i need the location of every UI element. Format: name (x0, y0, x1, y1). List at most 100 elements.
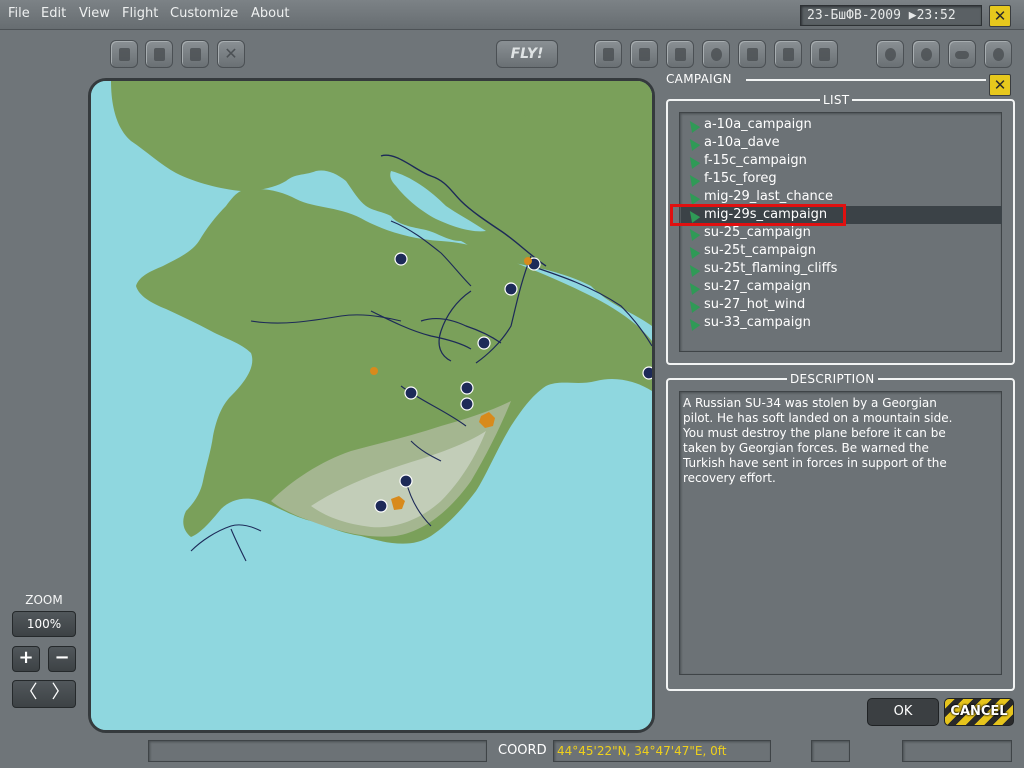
close-icon: ✕ (993, 7, 1007, 25)
plus-icon: + (18, 647, 34, 668)
menu-edit[interactable]: Edit (41, 6, 66, 21)
list-item-label: mig-29s_campaign (704, 207, 828, 222)
close-icon: ✕ (224, 44, 238, 63)
campaign-title: CAMPAIGN (666, 72, 732, 86)
map-options-button[interactable] (594, 40, 622, 68)
pan-left-button[interactable]: 〈 (13, 681, 44, 707)
close-app-button[interactable]: ✕ (989, 5, 1011, 27)
campaign-title-rule (746, 79, 986, 81)
list-item-label: mig-29_last_chance (704, 189, 833, 204)
cancel-button[interactable]: CANCEL (944, 698, 1014, 726)
description-line: A Russian SU-34 was stolen by a Georgian (683, 396, 937, 410)
list-item[interactable]: su-25t_campaign (681, 242, 1002, 260)
fly-button[interactable]: FLY! (496, 40, 558, 68)
plane-icon (685, 262, 701, 277)
description-line: Turkish have sent in forces in support o… (683, 456, 947, 470)
list-item[interactable]: a-10a_dave (681, 134, 1002, 152)
plane-icon (685, 244, 701, 259)
save-button[interactable] (181, 40, 209, 68)
open-button[interactable] (145, 40, 173, 68)
sound-button[interactable] (810, 40, 838, 68)
status-field-left (148, 740, 487, 762)
campaign-list[interactable]: a-10a_campaign a-10a_dave f-15c_campaign… (679, 112, 1002, 352)
plane-icon (685, 280, 701, 295)
list-item-label: f-15c_campaign (704, 153, 807, 168)
close-mission-button[interactable]: ✕ (217, 40, 245, 68)
close-icon: ✕ (993, 76, 1007, 94)
list-item[interactable]: mig-29_last_chance (681, 188, 1002, 206)
list-item[interactable]: su-25t_flaming_cliffs (681, 260, 1002, 278)
menu-bar: File Edit View Flight Customize About 23… (0, 0, 1024, 30)
menu-customize[interactable]: Customize (170, 6, 238, 21)
pan-controls: 〈 〉 (12, 680, 76, 708)
ok-button[interactable]: OK (867, 698, 939, 726)
save-icon (190, 48, 201, 61)
cloud-icon (955, 51, 969, 59)
list-item-label: su-33_campaign (704, 315, 811, 330)
chevron-right-icon: 〉 (51, 682, 70, 703)
clock-icon (993, 48, 1004, 61)
coord-label: COORD (498, 743, 547, 758)
status-field-small (811, 740, 850, 762)
zoom-label: ZOOM (25, 593, 63, 607)
menu-view[interactable]: View (79, 6, 110, 21)
plane-icon (685, 316, 701, 331)
options-button[interactable] (876, 40, 904, 68)
list-item-label: su-27_hot_wind (704, 297, 806, 312)
list-item-label: f-15c_foreg (704, 171, 777, 186)
logbook-button[interactable] (774, 40, 802, 68)
plane-icon (685, 208, 701, 223)
list-item-label: su-25t_flaming_cliffs (704, 261, 838, 276)
list-item[interactable]: su-27_hot_wind (681, 296, 1002, 314)
close-campaign-button[interactable]: ✕ (989, 74, 1011, 96)
briefing-icon (639, 48, 650, 61)
notes-button[interactable] (666, 40, 694, 68)
open-icon (154, 48, 165, 61)
list-item[interactable]: a-10a_campaign (681, 116, 1002, 134)
crimea-map (91, 81, 652, 730)
list-item[interactable]: su-27_campaign (681, 278, 1002, 296)
zoom-value[interactable]: 100% (12, 611, 76, 637)
menu-about[interactable]: About (251, 6, 289, 21)
clock-button[interactable] (984, 40, 1012, 68)
list-item[interactable]: f-15c_foreg (681, 170, 1002, 188)
list-item-label: a-10a_dave (704, 135, 780, 150)
list-item[interactable]: su-25_campaign (681, 224, 1002, 242)
description-line: taken by Georgian forces. Be warned the (683, 441, 929, 455)
clock-display: 23-БшФВ-2009 ▶23:52 (800, 5, 982, 26)
weather-icon (711, 48, 722, 61)
plane-icon (685, 190, 701, 205)
sound-icon (819, 48, 830, 61)
list-item[interactable]: f-15c_campaign (681, 152, 1002, 170)
pan-right-button[interactable]: 〉 (45, 681, 76, 707)
new-mission-button[interactable] (110, 40, 138, 68)
description-line: You must destroy the plane before it can… (683, 426, 946, 440)
map-view[interactable] (88, 78, 655, 733)
coord-value: 44°45'22"N, 34°47'47"E, 0ft (553, 740, 771, 762)
plane-icon (685, 298, 701, 313)
cloud-button[interactable] (948, 40, 976, 68)
description-line: recovery effort. (683, 471, 776, 485)
plane-icon (685, 136, 701, 151)
description-line: pilot. He has soft landed on a mountain … (683, 411, 953, 425)
zoom-out-button[interactable]: − (48, 646, 76, 672)
list-title: LIST (820, 93, 853, 107)
list-item-selected[interactable]: mig-29s_campaign (681, 206, 1002, 224)
description-title: DESCRIPTION (787, 372, 878, 386)
weather-button[interactable] (702, 40, 730, 68)
filter-button[interactable] (912, 40, 940, 68)
list-item[interactable]: su-33_campaign (681, 314, 1002, 332)
menu-flight[interactable]: Flight (122, 6, 158, 21)
new-mission-icon (119, 48, 130, 61)
encyclopedia-button[interactable] (738, 40, 766, 68)
notes-icon (675, 48, 686, 61)
briefing-button[interactable] (630, 40, 658, 68)
menu-file[interactable]: File (8, 6, 30, 21)
map-options-icon (603, 48, 614, 61)
list-item-label: su-27_campaign (704, 279, 811, 294)
plane-icon (685, 226, 701, 241)
zoom-in-button[interactable]: + (12, 646, 40, 672)
description-text: A Russian SU-34 was stolen by a Georgian… (679, 391, 1002, 675)
list-item-label: su-25t_campaign (704, 243, 816, 258)
encyclopedia-icon (747, 48, 758, 61)
